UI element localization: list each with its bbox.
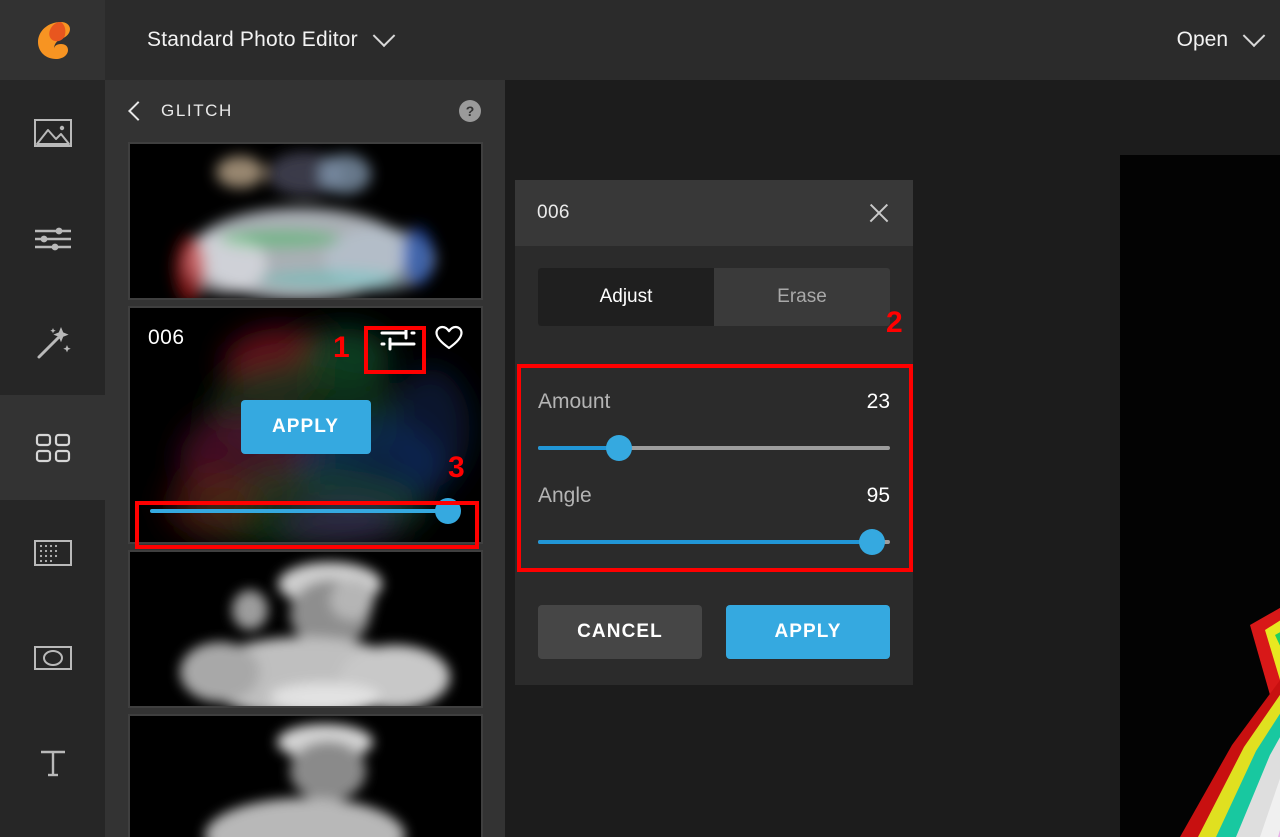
effect-card-selected[interactable]: 006 — [128, 306, 483, 544]
open-menu[interactable]: Open — [1177, 0, 1262, 80]
chevron-down-icon — [373, 24, 396, 47]
effects-panel: GLITCH ? — [105, 80, 505, 837]
magic-wand-icon — [34, 324, 72, 362]
sidebar-item-effects[interactable] — [0, 290, 105, 395]
adjust-sliders-icon — [33, 223, 73, 253]
apply-button[interactable]: APPLY — [726, 605, 890, 659]
slider-value: 23 — [867, 390, 890, 414]
thumbnail-preview-image — [130, 552, 481, 706]
open-button-label: Open — [1177, 28, 1228, 52]
effect-thumbnail[interactable] — [128, 142, 483, 300]
slider-row-angle: Angle 95 — [538, 484, 890, 578]
photo-editor-app: Standard Photo Editor Open — [0, 0, 1280, 837]
card-header: 006 — [130, 308, 481, 368]
sidebar-item-adjust[interactable] — [0, 185, 105, 290]
card-tool-group — [379, 325, 463, 351]
frame-icon — [33, 643, 73, 673]
card-apply-button[interactable]: APPLY — [241, 400, 371, 454]
image-icon — [33, 117, 73, 149]
effect-sliders-icon[interactable] — [379, 325, 417, 351]
sidebar-item-text[interactable] — [0, 710, 105, 815]
tab-adjust[interactable]: Adjust — [538, 268, 714, 326]
cancel-button[interactable]: CANCEL — [538, 605, 702, 659]
document-title: Standard Photo Editor — [147, 28, 358, 52]
page-title: GLITCH — [161, 101, 233, 121]
canvas-area[interactable]: 006 Adjust Erase Amount 23 Angle 95 — [505, 80, 1280, 837]
app-logo-icon — [32, 19, 74, 61]
statue-photo — [130, 716, 481, 837]
back-chevron-icon[interactable] — [128, 101, 148, 121]
glitch-art-canvas — [1120, 155, 1280, 837]
sidebar-item-frame[interactable] — [0, 605, 105, 710]
slider-track — [150, 509, 451, 513]
effect-thumbnail[interactable] — [128, 550, 483, 708]
thumbnail-preview-image — [130, 716, 481, 837]
effect-thumbnail-list: 006 — [105, 142, 505, 837]
dialog-title: 006 — [537, 202, 570, 224]
thumbnail-preview-image — [130, 144, 481, 298]
panel-header: GLITCH ? — [105, 80, 505, 142]
chevron-down-icon — [1243, 24, 1266, 47]
slider-handle[interactable] — [606, 435, 632, 461]
tab-erase[interactable]: Erase — [714, 268, 890, 326]
dialog-tabs: Adjust Erase — [538, 268, 890, 326]
app-logo[interactable] — [0, 0, 105, 80]
top-bar: Standard Photo Editor Open — [0, 0, 1280, 80]
sidebar-item-texture[interactable] — [0, 500, 105, 605]
dialog-sliders-group: Amount 23 Angle 95 — [538, 368, 890, 556]
glitch-art — [130, 144, 481, 298]
texture-icon — [33, 538, 73, 568]
grid-overlays-icon — [35, 432, 71, 464]
help-icon[interactable]: ? — [459, 100, 481, 122]
heart-icon[interactable] — [435, 325, 463, 351]
card-intensity-slider[interactable] — [144, 496, 467, 526]
statue-photo — [130, 552, 481, 706]
effect-thumbnail[interactable] — [128, 714, 483, 837]
slider-label: Amount — [538, 390, 610, 414]
effect-id-label: 006 — [148, 326, 185, 350]
close-icon[interactable] — [867, 201, 891, 225]
slider-fill — [538, 540, 872, 544]
tool-rail — [0, 80, 105, 837]
canvas-image — [1120, 155, 1280, 837]
slider-row-amount: Amount 23 — [538, 390, 890, 484]
effect-settings-dialog: 006 Adjust Erase Amount 23 Angle 95 — [515, 180, 913, 685]
sidebar-item-image[interactable] — [0, 80, 105, 185]
slider-handle[interactable] — [435, 498, 461, 524]
dialog-actions: CANCEL APPLY — [538, 605, 890, 659]
slider-label: Angle — [538, 484, 592, 508]
slider-handle[interactable] — [859, 529, 885, 555]
dialog-header: 006 — [515, 180, 913, 246]
text-icon — [36, 746, 70, 780]
sidebar-item-overlays[interactable] — [0, 395, 105, 500]
document-title-dropdown[interactable]: Standard Photo Editor — [147, 28, 392, 52]
slider-value: 95 — [867, 484, 890, 508]
